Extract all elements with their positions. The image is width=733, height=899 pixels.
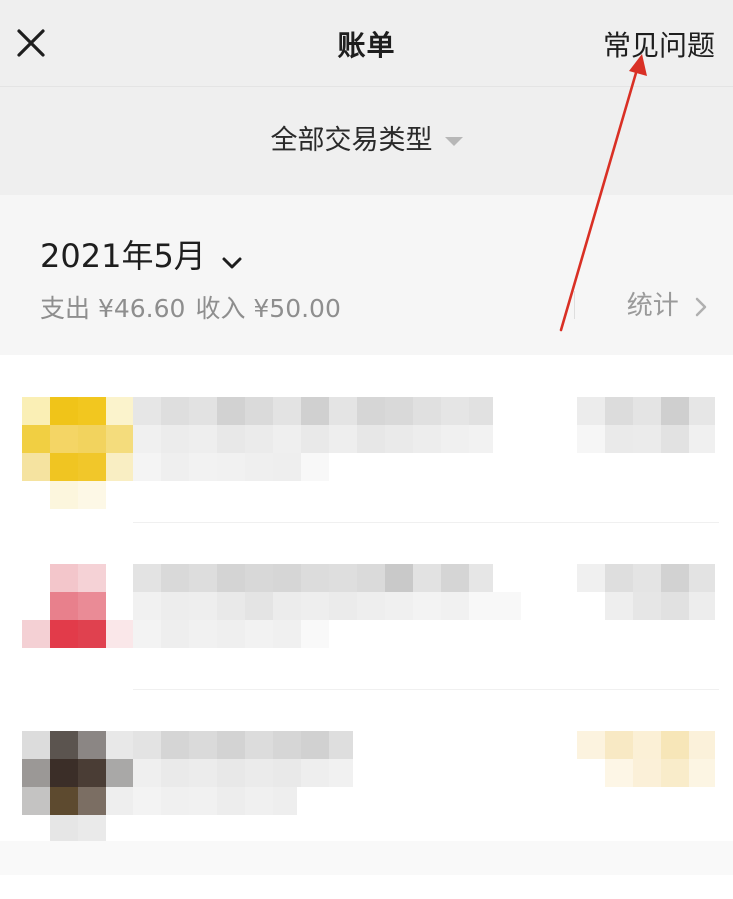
merchant-text-pixelated [133,397,493,481]
merchant-text-pixelated [133,564,521,648]
filter-bar: 全部交易类型 [0,87,733,195]
merchant-text-pixelated [133,731,353,815]
month-summary: 支出 ¥46.60 收入 ¥50.00 [40,289,351,325]
merchant-icon [22,397,134,509]
row-divider [133,689,719,690]
row-divider [133,522,719,523]
transaction-list [0,355,733,899]
chevron-right-icon [695,297,707,316]
caret-down-icon [444,137,463,146]
amount-pixelated [577,564,715,620]
transaction-row-pixelated [22,731,715,843]
merchant-icon [22,564,134,648]
faq-link[interactable]: 常见问题 [603,24,715,64]
month-header: 2021年5月 支出 ¥46.60 收入 ¥50.00 统计 [0,195,733,355]
transaction-row[interactable] [0,542,733,709]
list-footer [0,841,733,875]
month-selector[interactable]: 2021年5月 [40,231,243,277]
stats-button[interactable]: 统计 [627,285,707,322]
stats-label: 统计 [626,291,679,321]
transaction-type-filter[interactable]: 全部交易类型 [0,118,733,157]
transaction-row-pixelated [22,397,715,509]
amount-pixelated [577,731,715,787]
divider [574,291,575,319]
chevron-down-icon [222,257,242,268]
transaction-row-pixelated [22,564,715,648]
income-total: 收入 ¥50.00 [195,294,341,323]
expense-total: 支出 ¥46.60 [40,294,186,323]
month-label: 2021年5月 [40,237,206,275]
amount-pixelated [577,397,715,453]
transaction-row[interactable] [0,375,733,542]
top-bar: 账单 常见问题 [0,0,733,87]
merchant-icon [22,731,134,843]
filter-label: 全部交易类型 [270,125,433,156]
